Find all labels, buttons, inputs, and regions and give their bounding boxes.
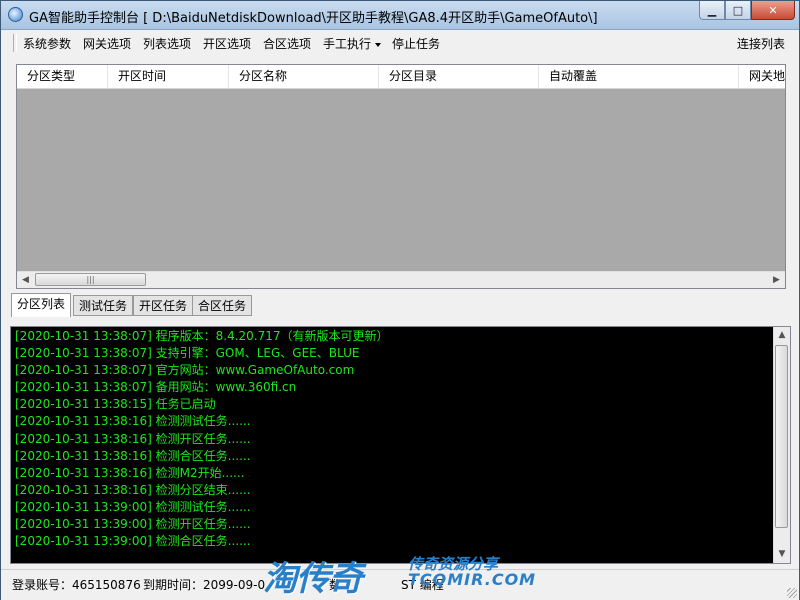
scroll-thumb[interactable]: |||: [35, 273, 146, 286]
tab-merge-tasks[interactable]: 合区任务: [192, 295, 253, 316]
tab-open-tasks[interactable]: 开区任务: [133, 295, 194, 316]
scroll-down-icon[interactable]: ▼: [774, 546, 790, 563]
scroll-right-icon[interactable]: ▶: [768, 272, 785, 288]
log-line: [2020-10-31 13:39:00] 检测合区任务......: [15, 534, 251, 549]
log-line: [2020-10-31 13:38:07] 备用网站：www.360fi.cn: [15, 380, 297, 395]
window-title: GA智能助手控制台 [ D:\BaiduNetdiskDownload\开区助手…: [29, 11, 598, 26]
horizontal-scrollbar[interactable]: ◀ ||| ▶: [17, 271, 785, 288]
column-partition-type[interactable]: 分区类型: [17, 65, 108, 88]
resize-grip[interactable]: [787, 588, 797, 598]
menu-system-params[interactable]: 系统参数: [23, 35, 71, 52]
caption-buttons: ▁ □ ✕: [699, 1, 795, 21]
vertical-scroll-thumb[interactable]: [775, 345, 788, 528]
log-line: [2020-10-31 13:38:07] 程序版本：8.4.20.717（有新…: [15, 329, 389, 343]
minimize-button[interactable]: ▁: [699, 1, 725, 20]
list-header: 分区类型 开区时间 分区名称 分区目录 自动覆盖 网关地址: [17, 65, 785, 89]
log-line: [2020-10-31 13:38:07] 支持引擎：GOM、LEG、GEE、B…: [15, 346, 360, 361]
watermark-big: 淘传奇: [263, 559, 363, 599]
menu-gateway-options[interactable]: 网关选项: [83, 35, 131, 52]
scroll-left-icon[interactable]: ◀: [17, 272, 34, 288]
menu-stop-task[interactable]: 停止任务: [392, 35, 440, 52]
log-line: [2020-10-31 13:39:00] 检测测试任务......: [15, 499, 251, 514]
menu-open-server-options[interactable]: 开区选项: [203, 35, 251, 52]
menu-grip: [13, 34, 17, 52]
status-expiry: 到期时间：2099-09-0: [143, 578, 266, 592]
column-partition-dir[interactable]: 分区目录: [379, 65, 539, 88]
log-line: [2020-10-31 13:38:15] 任务已启动: [15, 397, 216, 412]
menu-bar: 系统参数 网关选项 列表选项 开区选项 合区选项 手工执行 停止任务 连接列表: [9, 30, 793, 56]
log-line: [2020-10-31 13:38:16] 检测开区任务......: [15, 431, 251, 446]
column-gateway-address[interactable]: 网关地址: [739, 65, 785, 88]
status-account: 登录账号：465150876: [12, 578, 141, 592]
watermark-line2: TCQMIR.COM: [408, 570, 537, 589]
close-button[interactable]: ✕: [751, 1, 795, 20]
maximize-button[interactable]: □: [725, 1, 751, 20]
menu-list-options[interactable]: 列表选项: [143, 35, 191, 52]
log-line: [2020-10-31 13:38:16] 检测M2开始......: [15, 465, 245, 480]
tab-test-tasks[interactable]: 测试任务: [73, 295, 134, 316]
log-list: [2020-10-31 13:38:07] 程序版本：8.4.20.717（有新…: [15, 328, 771, 550]
vertical-scrollbar[interactable]: ▲ ▼: [773, 327, 790, 563]
title-bar[interactable]: GA智能助手控制台 [ D:\BaiduNetdiskDownload\开区助手…: [1, 1, 799, 30]
tab-partition-list[interactable]: 分区列表: [11, 293, 72, 317]
watermark-logo: 淘传奇 传奇资源分享 TCQMIR.COM: [263, 549, 563, 599]
log-line: [2020-10-31 13:38:16] 检测测试任务......: [15, 414, 251, 429]
log-line: [2020-10-31 13:38:16] 检测分区结束......: [15, 482, 251, 497]
menu-merge-options[interactable]: 合区选项: [263, 35, 311, 52]
column-auto-overwrite[interactable]: 自动覆盖: [539, 65, 739, 88]
app-logo-icon: [8, 7, 23, 22]
app-window: GA智能助手控制台 [ D:\BaiduNetdiskDownload\开区助手…: [0, 0, 800, 600]
scroll-up-icon[interactable]: ▲: [774, 327, 790, 344]
menu-manual-execute[interactable]: 手工执行: [323, 35, 382, 52]
log-line: [2020-10-31 13:38:16] 检测合区任务......: [15, 448, 251, 463]
partition-list-view[interactable]: 分区类型 开区时间 分区名称 分区目录 自动覆盖 网关地址 ◀ ||| ▶: [16, 64, 786, 289]
dropdown-arrow-icon: [375, 42, 382, 47]
column-open-time[interactable]: 开区时间: [108, 65, 229, 88]
column-partition-name[interactable]: 分区名称: [229, 65, 379, 88]
log-console[interactable]: [2020-10-31 13:38:07] 程序版本：8.4.20.717（有新…: [10, 326, 791, 564]
log-line: [2020-10-31 13:38:07] 官方网站：www.GameOfAut…: [15, 363, 355, 378]
menu-manual-execute-label: 手工执行: [323, 37, 372, 51]
log-line: [2020-10-31 13:39:00] 检测开区任务......: [15, 517, 251, 532]
menu-connection-list[interactable]: 连接列表: [737, 35, 785, 52]
